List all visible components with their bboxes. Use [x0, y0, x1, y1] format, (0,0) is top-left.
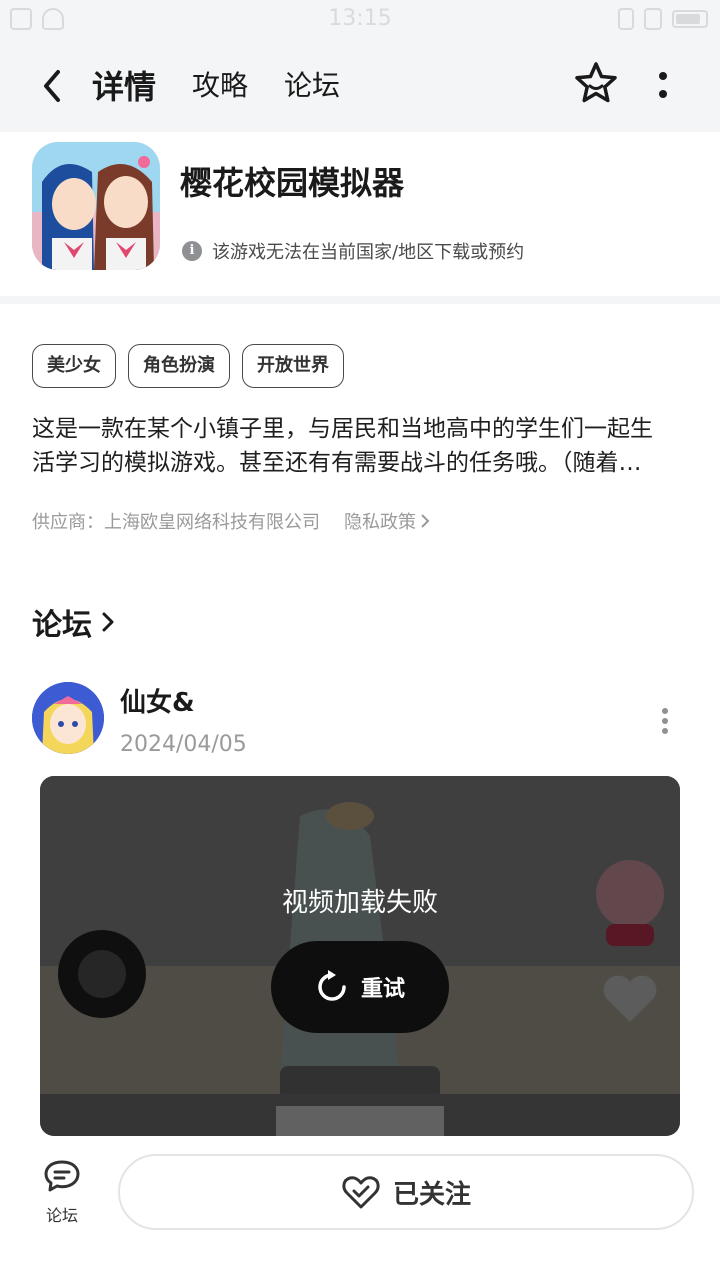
- battery-icon: [672, 10, 708, 28]
- tab-detail[interactable]: 详情: [88, 62, 161, 112]
- status-bar: 13:15: [0, 0, 720, 40]
- video-error-text: 视频加载失败: [281, 888, 438, 918]
- description-line: 这是一款在某个小镇子里，与居民和当地高中的学生们一起生: [32, 416, 653, 442]
- info-icon: i: [182, 241, 202, 261]
- refresh-icon: [318, 970, 346, 1001]
- privacy-label: 隐私政策: [344, 512, 416, 533]
- retry-label: 重试: [360, 977, 405, 1002]
- signal-icon: [644, 8, 662, 30]
- meta-row: 供应商：上海欧皇网络科技有限公司 隐私政策: [32, 508, 430, 534]
- supplier-text: 供应商：上海欧皇网络科技有限公司: [32, 512, 320, 533]
- game-description[interactable]: 这是一款在某个小镇子里，与居民和当地高中的学生们一起生 活学习的模拟游戏。甚至还…: [32, 412, 692, 480]
- bottom-forum-label: 论坛: [45, 1206, 78, 1225]
- bottom-forum-button[interactable]: 论坛: [36, 1158, 88, 1226]
- star-icon[interactable]: [572, 60, 620, 108]
- tag-list: 美少女 角色扮演 开放世界: [32, 344, 344, 388]
- chevron-right-icon: [102, 612, 114, 632]
- region-notice-text: 该游戏无法在当前国家/地区下载或预约: [212, 242, 525, 263]
- heart-check-icon: [342, 1176, 380, 1209]
- forum-section-title: 论坛: [32, 608, 92, 643]
- app-title: 樱花校园模拟器: [180, 164, 405, 202]
- tag-item[interactable]: 角色扮演: [128, 344, 230, 388]
- retry-button[interactable]: 重试: [271, 941, 449, 1033]
- privacy-link[interactable]: 隐私政策: [344, 508, 430, 534]
- top-nav-bar: 详情 攻略 论坛: [0, 40, 720, 132]
- post-date: 2024/04/05: [120, 732, 247, 757]
- app-header: 樱花校园模拟器 i 该游戏无法在当前国家/地区下载或预约: [0, 132, 720, 296]
- description-line: 活学习的模拟游戏。甚至还有有需要战斗的任务哦。（随着…: [32, 450, 642, 476]
- video-player[interactable]: 视频加载失败 重试: [40, 776, 680, 1136]
- region-notice: i 该游戏无法在当前国家/地区下载或预约: [182, 238, 524, 264]
- bottom-action-bar: 论坛 已关注: [0, 1136, 720, 1280]
- post-username[interactable]: 仙女&: [120, 682, 195, 719]
- follow-label: 已关注: [392, 1179, 471, 1210]
- section-divider: [0, 296, 720, 304]
- forum-section-header[interactable]: 论坛: [32, 600, 116, 644]
- post-author-row: 仙女& 2024/04/05: [32, 682, 692, 762]
- more-vertical-icon[interactable]: [658, 706, 672, 736]
- tag-item[interactable]: 美少女: [32, 344, 116, 388]
- avatar[interactable]: [32, 682, 104, 754]
- chevron-left-icon[interactable]: [38, 66, 68, 106]
- tab-forum[interactable]: 论坛: [284, 64, 340, 104]
- app-icon: [32, 142, 160, 270]
- tab-detail-label: 详情: [92, 68, 157, 106]
- tab-guide[interactable]: 攻略: [192, 64, 248, 104]
- more-vertical-icon[interactable]: [648, 68, 678, 104]
- status-right-icons: [618, 8, 708, 30]
- status-time: 13:15: [328, 6, 392, 31]
- follow-button[interactable]: 已关注: [118, 1154, 694, 1230]
- bluetooth-icon: [618, 8, 634, 30]
- chevron-right-icon: [421, 514, 430, 528]
- tag-item[interactable]: 开放世界: [242, 344, 344, 388]
- chat-bubble-icon: [44, 1160, 80, 1192]
